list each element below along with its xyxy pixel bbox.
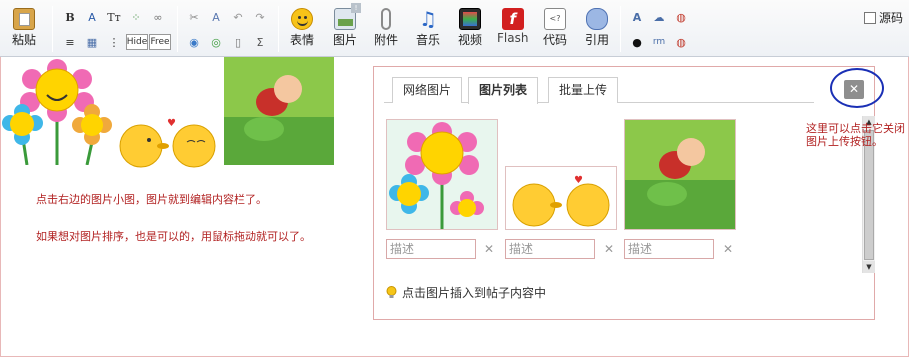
picture-icon: ! <box>334 3 361 30</box>
attachment-button[interactable]: 附件 <box>374 8 398 48</box>
tab-image-list[interactable]: 图片列表 <box>468 77 539 104</box>
penguin-icon[interactable]: ● <box>629 34 645 50</box>
text-color-icon[interactable]: A <box>84 9 100 25</box>
emoticon-button[interactable]: 表情 <box>290 8 314 48</box>
scroll-down-icon[interactable]: ▼ <box>863 261 875 273</box>
flash-icon: f <box>501 8 524 30</box>
lightbulb-icon <box>386 286 397 299</box>
thumbnail-kiss[interactable]: ♥ <box>505 166 617 230</box>
link-icon[interactable]: ∞ <box>150 9 166 25</box>
highlight-ring <box>830 68 884 108</box>
font-size-icon[interactable]: Tт <box>106 9 122 25</box>
upload-tabs: 网络图片 图片列表 批量上传 <box>384 77 814 104</box>
side-note: 这里可以点击它关闭图片上传按钮。 <box>806 122 905 148</box>
formula-icon[interactable]: Σ <box>252 34 268 50</box>
media-small-icon[interactable]: ◎ <box>208 34 224 50</box>
flower-image[interactable] <box>2 57 114 165</box>
source-toggle[interactable]: 源码 <box>864 9 903 26</box>
image-button[interactable]: ! 图片 <box>333 3 361 48</box>
code-icon: <? <box>544 8 566 30</box>
video-button[interactable]: 视频 <box>458 8 482 48</box>
ladybug-image[interactable] <box>224 57 334 165</box>
delete-icon[interactable]: ✕ <box>604 242 614 256</box>
free-button[interactable]: Free <box>149 34 171 50</box>
paste-button[interactable]: 粘贴 <box>12 8 36 48</box>
delete-icon[interactable]: ✕ <box>484 242 494 256</box>
grid-icon[interactable]: ▦ <box>84 34 100 50</box>
bold-icon[interactable]: B <box>62 9 78 25</box>
editor-toolbar: 粘贴 B A Tт ⁘ ∞ ≡ ▦ ⋮ Hide Free ✂ A ↶ ↷ ◉ … <box>0 0 909 57</box>
clipboard-icon <box>13 8 35 30</box>
code-button[interactable]: <? 代码 <box>543 8 567 48</box>
instruction-note-2: 如果想对图片排序，也是可以的，用鼠标拖动就可以了。 <box>36 230 311 243</box>
video-icon <box>459 8 481 30</box>
smiley-icon <box>291 8 313 30</box>
description-input-1[interactable]: 描述 <box>386 239 476 259</box>
music-note-icon: ♫ <box>419 7 437 31</box>
rm-icon[interactable]: rm <box>651 34 667 50</box>
tab-batch-upload[interactable]: 批量上传 <box>548 77 619 103</box>
paperclip-icon <box>381 8 391 30</box>
strike-link-icon[interactable]: ✂ <box>186 9 202 25</box>
svg-text:♥: ♥ <box>167 118 176 129</box>
thumbnail-ladybug[interactable] <box>624 119 736 230</box>
page-icon[interactable]: ▯ <box>230 34 246 50</box>
delete-icon[interactable]: ✕ <box>723 242 733 256</box>
flash-small-icon[interactable]: ☁ <box>651 9 667 25</box>
insert-hint: 点击图片插入到帖子内容中 <box>386 284 546 301</box>
tab-web-image[interactable]: 网络图片 <box>392 77 463 103</box>
undo-icon[interactable]: ↶ <box>230 9 246 25</box>
scroll-thumb[interactable] <box>864 130 874 260</box>
description-input-3[interactable]: 描述 <box>624 239 714 259</box>
redo-icon[interactable]: ↷ <box>252 9 268 25</box>
table-icon[interactable]: ⁘ <box>128 9 144 25</box>
quote-button[interactable]: 引用 <box>585 8 609 48</box>
align-icon[interactable]: ≡ <box>62 34 78 50</box>
list-icon[interactable]: ⋮ <box>106 34 122 50</box>
source-checkbox[interactable] <box>864 11 876 24</box>
hide-button[interactable]: Hide <box>126 34 148 50</box>
kiss-emoticon-image[interactable]: ♥ <box>119 116 217 168</box>
description-input-2[interactable]: 描述 <box>505 239 595 259</box>
music-button[interactable]: ♫ 音乐 <box>416 8 440 48</box>
speech-bubble-icon <box>586 8 608 30</box>
qq-icon[interactable]: ◍ <box>673 9 689 25</box>
flash-button[interactable]: f Flash <box>497 8 528 45</box>
clear-format-icon[interactable]: A <box>208 9 224 25</box>
svg-text:♥: ♥ <box>574 175 583 186</box>
record-icon[interactable]: ◍ <box>673 34 689 50</box>
font-icon[interactable]: A <box>629 9 645 25</box>
image-small-icon[interactable]: ◉ <box>186 34 202 50</box>
instruction-note-1: 点击右边的图片小图，图片就到编辑内容栏了。 <box>36 193 267 206</box>
thumbnail-flower[interactable] <box>386 119 498 230</box>
